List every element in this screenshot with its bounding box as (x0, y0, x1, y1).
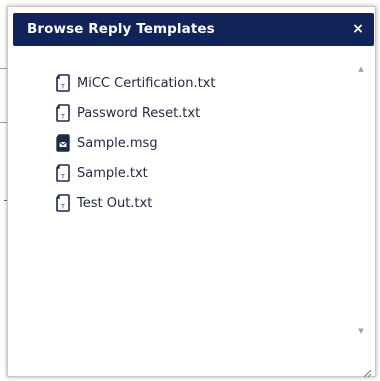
svg-text:T: T (60, 84, 65, 91)
file-name: Test Out.txt (77, 195, 153, 211)
svg-text:T: T (60, 114, 65, 121)
dialog-title: Browse Reply Templates (27, 21, 215, 37)
file-item[interactable]: Sample.msg (55, 128, 215, 158)
background-line (0, 122, 7, 123)
page: Browse Reply Templates × T MiCC Certific… (0, 0, 380, 381)
file-name: Sample.txt (77, 165, 148, 181)
text-file-icon: T (55, 194, 71, 212)
background-line (0, 68, 7, 69)
close-button[interactable]: × (351, 21, 365, 37)
browse-reply-templates-dialog: Browse Reply Templates × T MiCC Certific… (7, 6, 376, 378)
svg-text:T: T (60, 174, 65, 181)
scroll-down-arrow-icon[interactable]: ▼ (355, 325, 367, 337)
dialog-titlebar[interactable]: Browse Reply Templates × (13, 13, 374, 46)
message-file-icon (55, 134, 71, 152)
file-item[interactable]: T Sample.txt (55, 158, 215, 188)
file-list-panel: T MiCC Certification.txt T Password Rese… (13, 51, 374, 371)
file-list: T MiCC Certification.txt T Password Rese… (55, 68, 215, 218)
svg-text:T: T (60, 204, 65, 211)
resize-grip-icon[interactable] (362, 363, 372, 378)
file-item[interactable]: T MiCC Certification.txt (55, 68, 215, 98)
file-name: Password Reset.txt (77, 105, 201, 121)
file-name: MiCC Certification.txt (77, 75, 216, 91)
vertical-scrollbar[interactable]: ▲ ▼ (355, 57, 367, 337)
file-name: Sample.msg (77, 135, 158, 151)
text-file-icon: T (55, 164, 71, 182)
text-file-icon: T (55, 104, 71, 122)
scroll-up-arrow-icon[interactable]: ▲ (355, 63, 367, 75)
file-item[interactable]: T Password Reset.txt (55, 98, 215, 128)
file-item[interactable]: T Test Out.txt (55, 188, 215, 218)
text-file-icon: T (55, 74, 71, 92)
